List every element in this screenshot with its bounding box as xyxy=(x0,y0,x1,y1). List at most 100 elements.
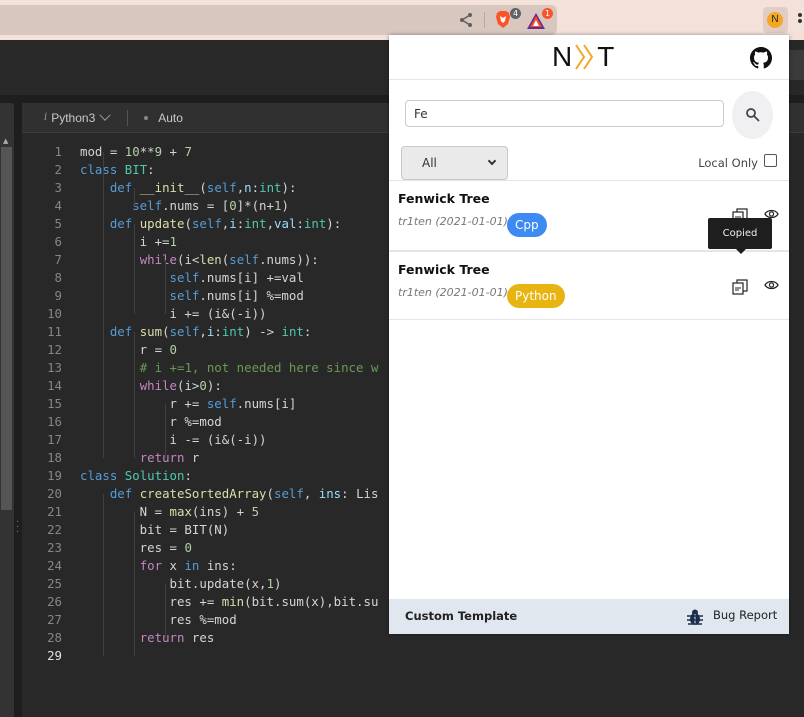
line-text: class Solution: xyxy=(80,468,192,483)
custom-template-link[interactable]: Custom Template xyxy=(405,609,517,623)
code-line[interactable]: 25 bit.update(x,1) xyxy=(22,575,378,593)
indent-guide xyxy=(165,404,166,458)
line-number: 27 xyxy=(47,612,62,627)
code-line[interactable]: 9 self.nums[i] %=mod xyxy=(22,287,378,305)
code-line[interactable]: 23 res = 0 xyxy=(22,539,378,557)
line-number: 23 xyxy=(47,540,62,555)
line-text: bit.update(x,1) xyxy=(80,576,282,591)
code-line[interactable]: 5 def update(self,i:int,val:int): xyxy=(22,215,378,233)
browser-menu-icon[interactable] xyxy=(798,13,802,27)
indent-guide xyxy=(103,152,104,458)
line-number: 25 xyxy=(47,576,62,591)
scroll-up-arrow-icon[interactable]: ▲ xyxy=(3,137,8,145)
code-line[interactable]: 2 class BIT: xyxy=(22,161,378,179)
line-text: i += (i&(-i)) xyxy=(80,306,267,321)
code-line[interactable]: 26 res += min(bit.sum(x),bit.su xyxy=(22,593,378,611)
bug-icon[interactable] xyxy=(686,608,704,626)
line-number: 13 xyxy=(47,360,62,375)
line-number: 24 xyxy=(47,558,62,573)
code-line[interactable]: 19 class Solution: xyxy=(22,467,378,485)
code-line[interactable]: 24 for x in ins: xyxy=(22,557,378,575)
code-line[interactable]: 15 r += self.nums[i] xyxy=(22,395,378,413)
line-text: i +=1 xyxy=(80,234,177,249)
indent-guide xyxy=(134,512,135,656)
result-title: Fenwick Tree xyxy=(398,191,490,206)
copy-icon[interactable] xyxy=(732,279,748,295)
code-line[interactable]: 4 self.nums = [0]*(n+1) xyxy=(22,197,378,215)
code-line[interactable]: 11 def sum(self,i:int) -> int: xyxy=(22,323,378,341)
code-area[interactable]: 1 mod = 10**9 + 7 2 class BIT: 3 def __init_… xyxy=(22,143,378,665)
brave-rewards-button[interactable]: 1 xyxy=(527,8,553,30)
line-number: 6 xyxy=(54,234,62,249)
shield-count-badge: 4 xyxy=(510,8,521,19)
search-button[interactable] xyxy=(732,91,773,139)
github-icon[interactable] xyxy=(750,47,772,69)
indent-guide xyxy=(165,260,166,314)
line-number: 8 xyxy=(54,270,62,285)
indent-guide xyxy=(134,224,135,314)
results-list: Fenwick Tree tr1ten (2021-01-01) Cpp Fenwic… xyxy=(389,180,789,320)
line-text: while(i>0): xyxy=(139,378,222,393)
left-panel: ▲ xyxy=(0,103,14,717)
code-line[interactable]: 18 return r xyxy=(22,449,378,467)
address-bar[interactable]: 4 1 xyxy=(0,5,557,35)
line-text: return res xyxy=(139,630,215,645)
divider xyxy=(484,12,485,28)
code-line[interactable]: 16 r %=mod xyxy=(22,413,378,431)
filter-row: All Local Only xyxy=(401,146,777,180)
code-line[interactable]: 14 while(i>0): xyxy=(22,377,378,395)
code-line[interactable]: 27 res %=mod xyxy=(22,611,378,629)
brave-lion-icon xyxy=(496,11,510,28)
extension-button[interactable]: N xyxy=(763,7,788,33)
line-text: r += self.nums[i] xyxy=(80,396,297,411)
extension-popup: N T All Local Only Fenwick Tree tr1ten (2… xyxy=(389,35,789,634)
code-line[interactable]: 10 i += (i&(-i)) xyxy=(22,305,378,323)
bug-report-link[interactable]: Bug Report xyxy=(713,608,777,622)
eye-icon[interactable] xyxy=(764,279,779,291)
code-line[interactable]: 12 r = 0 xyxy=(22,341,378,359)
search-icon xyxy=(745,108,760,122)
indent-mode-selector[interactable]: Auto xyxy=(158,111,183,125)
left-panel-scrollbar[interactable] xyxy=(1,147,12,510)
line-text: # i +=1, not needed here since w xyxy=(139,360,379,375)
code-line[interactable]: 28 return res xyxy=(22,629,378,647)
local-only-label: Local Only xyxy=(698,156,758,170)
line-number: 3 xyxy=(54,180,62,195)
code-line[interactable]: 21 N = max(ins) + 5 xyxy=(22,503,378,521)
line-number: 19 xyxy=(47,468,62,483)
code-line[interactable]: 22 bit = BIT(N) xyxy=(22,521,378,539)
result-meta: tr1ten (2021-01-01) xyxy=(398,286,508,299)
code-line[interactable]: 17 i -= (i&(-i)) xyxy=(22,431,378,449)
code-line[interactable]: 13 # i +=1, not needed here since w xyxy=(22,359,378,377)
chevron-down-icon[interactable] xyxy=(99,109,111,121)
result-item[interactable]: Fenwick Tree tr1ten (2021-01-01) Python xyxy=(389,250,789,320)
line-number: 12 xyxy=(47,342,62,357)
line-number: 5 xyxy=(54,216,62,231)
line-text: return r xyxy=(139,450,200,465)
code-line[interactable]: 29 xyxy=(22,647,378,665)
line-text: def sum(self,i:int) -> int: xyxy=(109,324,312,339)
brave-shields-button[interactable]: 4 xyxy=(495,8,521,30)
code-line[interactable]: 3 def __init__(self,n:int): xyxy=(22,179,378,197)
line-number: 21 xyxy=(47,504,62,519)
code-line[interactable]: 7 while(i<len(self.nums)): xyxy=(22,251,378,269)
drag-handle-icon[interactable]: · · · xyxy=(16,518,19,538)
language-selector[interactable]: Python3 xyxy=(51,111,95,125)
language-filter-select[interactable]: All xyxy=(401,146,508,180)
share-icon[interactable] xyxy=(458,12,474,28)
code-line[interactable]: 6 i +=1 xyxy=(22,233,378,251)
indent-guide xyxy=(134,332,135,458)
code-line[interactable]: 20 def createSortedArray(self, ins: Lis xyxy=(22,485,378,503)
line-number: 14 xyxy=(47,378,62,393)
panel-resize-handle[interactable] xyxy=(14,103,22,717)
search-input[interactable] xyxy=(405,100,724,127)
line-number: 22 xyxy=(47,522,62,537)
code-line[interactable]: 8 self.nums[i] +=val xyxy=(22,269,378,287)
line-text: self.nums[i] %=mod xyxy=(169,288,304,303)
code-line[interactable]: 1 mod = 10**9 + 7 xyxy=(22,143,378,161)
line-number: 18 xyxy=(47,450,62,465)
local-only-checkbox[interactable] xyxy=(764,154,777,167)
line-text: res = 0 xyxy=(80,540,192,555)
chevron-down-icon xyxy=(487,156,497,166)
line-number: 4 xyxy=(54,198,62,213)
